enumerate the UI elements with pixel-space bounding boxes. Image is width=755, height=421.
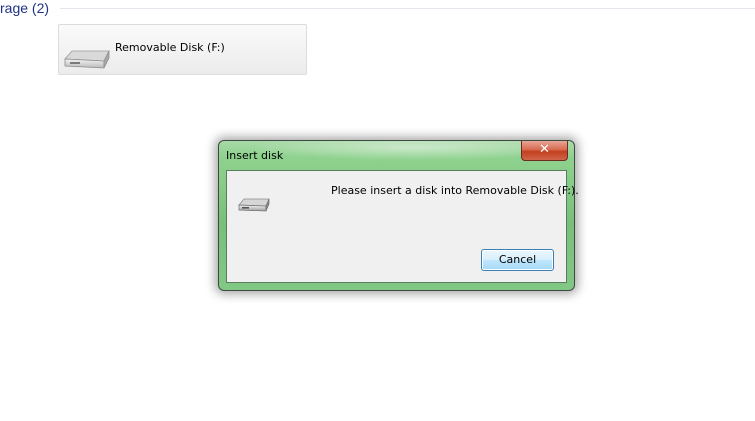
drive-tile-label: Removable Disk (F:) <box>115 41 225 54</box>
group-divider <box>60 8 755 9</box>
insert-disk-dialog: Insert disk ✕ Please insert a disk into … <box>218 140 579 291</box>
group-header[interactable]: rage (2) <box>0 0 755 19</box>
close-button[interactable]: ✕ <box>521 141 568 161</box>
drive-tile-removable-disk[interactable]: Removable Disk (F:) <box>58 24 307 75</box>
dialog-body: Please insert a disk into Removable Disk… <box>226 170 579 283</box>
cancel-button[interactable]: Cancel <box>481 249 554 271</box>
dialog-title: Insert disk <box>226 149 284 162</box>
removable-drive-icon <box>64 50 110 69</box>
group-title[interactable]: rage (2) <box>0 0 49 17</box>
dialog-message: Please insert a disk into Removable Disk… <box>331 184 579 197</box>
close-icon: ✕ <box>539 142 550 157</box>
removable-drive-icon <box>238 198 270 212</box>
